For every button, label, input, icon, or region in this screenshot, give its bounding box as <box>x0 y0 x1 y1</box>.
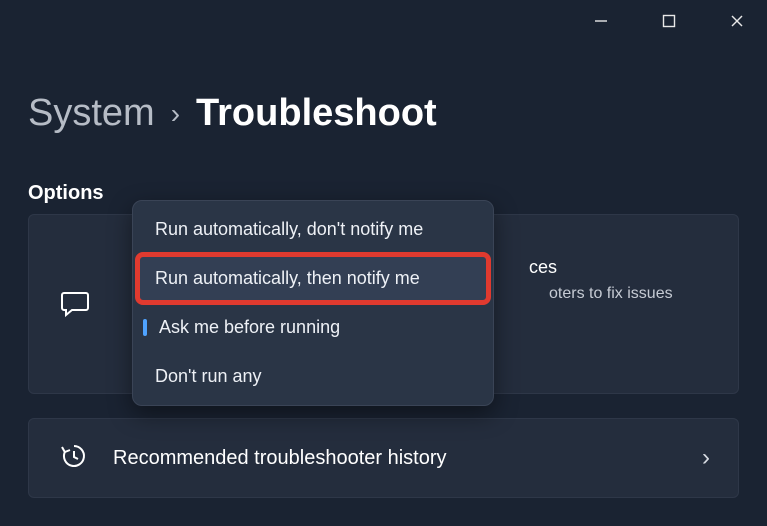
recommended-troubleshooter-history-row[interactable]: Recommended troubleshooter history › <box>28 418 739 498</box>
breadcrumb: System › Troubleshoot <box>28 92 437 135</box>
chevron-right-icon: › <box>171 98 180 130</box>
dropdown-item-dont-run[interactable]: Don't run any <box>137 352 489 401</box>
dropdown-item-run-auto-notify[interactable]: Run automatically, then notify me <box>137 254 489 303</box>
card-title-fragment: ces <box>529 257 557 278</box>
minimize-button[interactable] <box>581 6 621 36</box>
maximize-button[interactable] <box>649 6 689 36</box>
history-row-label: Recommended troubleshooter history <box>113 447 702 470</box>
chat-bubble-icon <box>59 287 91 324</box>
section-heading-options: Options <box>28 182 104 205</box>
dropdown-item-run-auto-no-notify[interactable]: Run automatically, don't notify me <box>137 205 489 254</box>
troubleshooter-preference-dropdown[interactable]: Run automatically, don't notify me Run a… <box>132 200 494 406</box>
dropdown-item-ask-before[interactable]: Ask me before running <box>137 303 489 352</box>
card-subtitle-fragment: oters to fix issues <box>549 285 673 303</box>
chevron-right-icon: › <box>702 444 710 472</box>
window-controls <box>581 6 757 36</box>
history-icon <box>59 441 89 476</box>
page-title: Troubleshoot <box>196 92 437 135</box>
breadcrumb-parent[interactable]: System <box>28 92 155 135</box>
close-button[interactable] <box>717 6 757 36</box>
